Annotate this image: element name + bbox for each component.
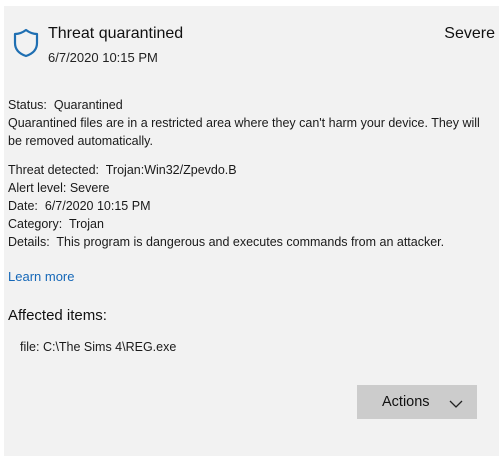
category-line: Category: Trojan	[8, 215, 492, 233]
category-label: Category:	[8, 217, 63, 231]
category-value: Trojan	[68, 217, 104, 231]
threat-detected-label: Threat detected:	[8, 163, 100, 177]
details-label: Details:	[8, 235, 50, 249]
actions-button-label: Actions	[382, 394, 430, 410]
details-line: Details: This program is dangerous and e…	[8, 233, 492, 251]
date-value: 6/7/2020 10:15 PM	[44, 199, 151, 213]
details-value: This program is dangerous and executes c…	[56, 235, 445, 249]
severity-label: Severe	[444, 25, 495, 42]
threat-title: Threat quarantined	[48, 25, 184, 42]
chevron-down-icon	[449, 396, 463, 408]
alert-level-line: Alert level: Severe	[8, 179, 492, 197]
status-description: Quarantined files are in a restricted ar…	[8, 116, 480, 148]
learn-more-link[interactable]: Learn more	[8, 268, 74, 286]
alert-level-value: Severe	[69, 181, 110, 195]
affected-item-path: C:\The Sims 4\REG.exe	[42, 340, 177, 354]
threat-details-panel: Threat quarantined Severe 6/7/2020 10:15…	[4, 6, 499, 456]
status-section: Status: Quarantined Quarantined files ar…	[8, 96, 492, 150]
shield-icon	[12, 28, 40, 58]
status-label: Status:	[8, 98, 47, 112]
threat-date: 6/7/2020 10:15 PM	[48, 50, 158, 65]
affected-items-title: Affected items:	[8, 307, 107, 324]
affected-item-type: file:	[20, 340, 40, 354]
actions-button[interactable]: Actions	[357, 385, 477, 419]
threat-detected-line: Threat detected: Trojan:Win32/Zpevdo.B	[8, 161, 492, 179]
status-line: Status: Quarantined	[8, 96, 492, 114]
alert-level-label: Alert level:	[8, 181, 67, 195]
threat-detected-value: Trojan:Win32/Zpevdo.B	[105, 163, 237, 177]
date-label: Date:	[8, 199, 38, 213]
threat-details-section: Threat detected: Trojan:Win32/Zpevdo.B A…	[8, 161, 492, 251]
date-line: Date: 6/7/2020 10:15 PM	[8, 197, 492, 215]
affected-item: file: C:\The Sims 4\REG.exe	[20, 338, 176, 356]
status-value: Quarantined	[53, 98, 123, 112]
